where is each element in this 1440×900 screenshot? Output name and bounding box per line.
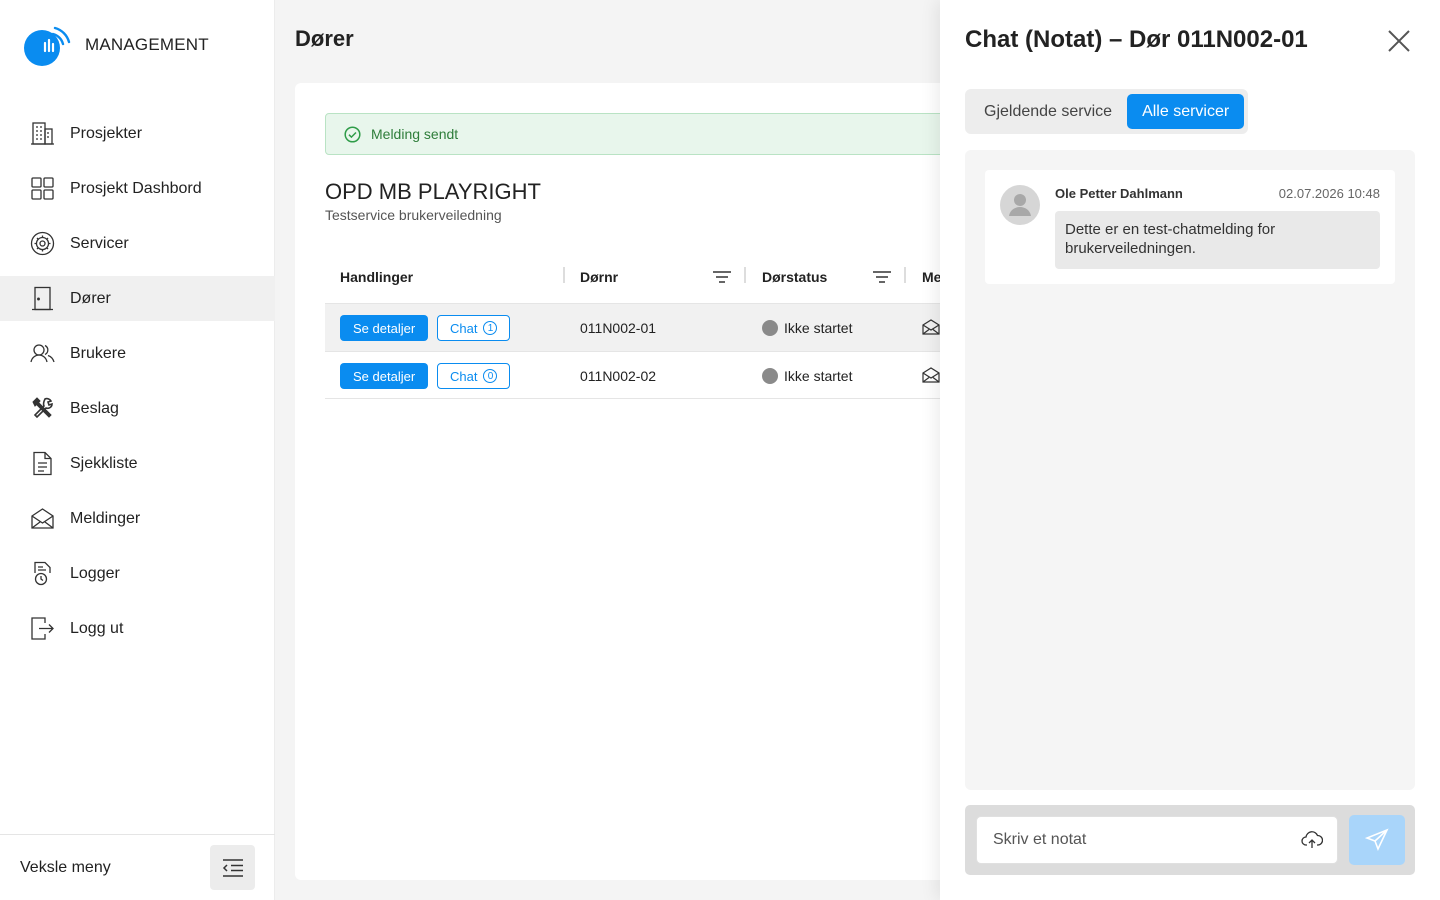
filter-icon[interactable] (872, 269, 892, 285)
note-input[interactable] (976, 816, 1338, 864)
logout-icon (30, 616, 55, 641)
alert-text: Melding sendt (371, 126, 459, 142)
toggle-menu-button[interactable] (210, 845, 255, 890)
sidebar-item-beslag[interactable]: Beslag (0, 386, 275, 431)
building-icon (30, 121, 55, 146)
message-envelope-icon[interactable] (922, 319, 940, 340)
chat-message: Ole Petter Dahlmann 02.07.2026 10:48 Det… (985, 170, 1395, 284)
close-icon[interactable] (1385, 27, 1413, 55)
sidebar-item-servicer[interactable]: Servicer (0, 221, 275, 266)
sidebar-item-label: Dører (70, 289, 111, 307)
sidebar-footer: Veksle meny (0, 834, 275, 900)
tab-all-services[interactable]: Alle servicer (1127, 94, 1245, 129)
doors-card: Melding sendt OPD MB PLAYRIGHT Testservi… (295, 83, 965, 880)
sidebar: MANAGEMENT Prosjekter Prosjekt Dashbord … (0, 0, 275, 900)
brand-name: MANAGEMENT (85, 35, 209, 54)
sidebar-item-label: Beslag (70, 399, 119, 417)
drawer-title: Chat (Notat) – Dør 011N002-01 (965, 26, 1308, 53)
success-alert: Melding sendt (325, 113, 965, 155)
users-icon (30, 341, 55, 366)
doors-table: Handlinger Dørnr Dørstatus Me Se detalje… (325, 255, 965, 399)
chat-button[interactable]: Chat 0 (437, 363, 511, 389)
service-scope-toggle: Gjeldende service Alle servicer (965, 89, 1249, 134)
chat-count-badge: 0 (483, 369, 498, 383)
column-separator[interactable] (744, 267, 746, 283)
sidebar-item-sjekkliste[interactable]: Sjekkliste (0, 441, 275, 486)
door-icon (30, 286, 55, 311)
door-number: 011N002-01 (580, 320, 657, 336)
table-row[interactable]: Se detaljer Chat 1 011N002-01 Ikke start… (325, 303, 965, 351)
see-details-button[interactable]: Se detaljer (340, 363, 429, 389)
filter-icon[interactable] (712, 269, 732, 285)
sidebar-item-label: Prosjekter (70, 124, 143, 142)
column-header-messages: Me (922, 269, 942, 285)
message-timestamp: 02.07.2026 10:48 (1278, 186, 1380, 201)
avatar (1000, 185, 1040, 225)
chat-messages: Ole Petter Dahlmann 02.07.2026 10:48 Det… (965, 150, 1415, 790)
sidebar-item-prosjekt-dashbord[interactable]: Prosjekt Dashbord (0, 166, 275, 211)
sidebar-item-logger[interactable]: Logger (0, 551, 275, 596)
sidebar-item-logg-ut[interactable]: Logg ut (0, 606, 275, 651)
sidebar-item-brukere[interactable]: Brukere (0, 331, 275, 376)
chat-button-label: Chat (450, 368, 478, 384)
status-dot-icon (762, 320, 778, 336)
tab-current-service[interactable]: Gjeldende service (969, 94, 1127, 129)
sidebar-item-prosjekter[interactable]: Prosjekter (0, 111, 275, 156)
door-status-label: Ikke startet (784, 320, 853, 336)
column-separator[interactable] (563, 267, 565, 283)
toggle-menu-label: Veksle meny (20, 858, 111, 876)
send-button[interactable] (1349, 815, 1405, 865)
collapse-menu-icon (222, 858, 243, 877)
sidebar-item-label: Meldinger (70, 509, 141, 527)
door-status: Ikke startet (762, 368, 852, 384)
envelope-icon (30, 506, 55, 531)
check-circle-icon (344, 125, 361, 143)
chat-button[interactable]: Chat 1 (437, 315, 511, 341)
table-header: Handlinger Dørnr Dørstatus Me (325, 255, 965, 303)
note-composer (965, 805, 1415, 875)
message-author: Ole Petter Dahlmann (1055, 186, 1183, 201)
column-header-actions: Handlinger (340, 269, 414, 285)
upload-cloud-icon[interactable] (1301, 829, 1324, 851)
message-envelope-icon[interactable] (922, 367, 940, 388)
chat-drawer: Chat (Notat) – Dør 011N002-01 Gjeldende … (940, 0, 1440, 900)
sidebar-nav: Prosjekter Prosjekt Dashbord Servicer Dø… (0, 111, 275, 661)
checklist-icon (30, 451, 55, 476)
table-row[interactable]: Se detaljer Chat 0 011N002-02 Ikke start… (325, 351, 965, 399)
column-separator[interactable] (904, 267, 906, 283)
door-status: Ikke startet (762, 320, 852, 336)
sidebar-item-label: Logg ut (70, 619, 124, 637)
see-details-button[interactable]: Se detaljer (340, 315, 429, 341)
message-text: Dette er en test-chatmelding for brukerv… (1055, 211, 1380, 269)
sidebar-item-label: Sjekkliste (70, 454, 138, 472)
main-content: Dører Melding sendt OPD MB PLAYRIGHT Tes… (275, 0, 965, 900)
sidebar-item-label: Prosjekt Dashbord (70, 179, 202, 197)
sidebar-item-dorer[interactable]: Dører (0, 276, 275, 321)
sidebar-item-label: Brukere (70, 344, 127, 362)
sidebar-item-label: Logger (70, 564, 120, 582)
door-number: 011N002-02 (580, 368, 657, 384)
service-gear-icon (30, 231, 55, 256)
sidebar-item-label: Servicer (70, 234, 129, 252)
page-title: Dører (295, 26, 354, 51)
project-title: OPD MB PLAYRIGHT (325, 179, 541, 204)
dashboard-icon (30, 176, 55, 201)
send-icon (1365, 828, 1389, 852)
column-header-door[interactable]: Dørnr (580, 269, 618, 285)
door-status-label: Ikke startet (784, 368, 853, 384)
brand-logo[interactable]: MANAGEMENT (24, 22, 209, 68)
column-header-status[interactable]: Dørstatus (762, 269, 827, 285)
sidebar-item-meldinger[interactable]: Meldinger (0, 496, 275, 541)
project-subtitle: Testservice brukerveiledning (325, 207, 502, 223)
tools-icon (30, 396, 55, 421)
chat-button-label: Chat (450, 320, 478, 336)
status-dot-icon (762, 368, 778, 384)
logo-mark-icon (24, 22, 74, 68)
log-icon (30, 561, 55, 586)
chat-count-badge: 1 (483, 321, 498, 335)
